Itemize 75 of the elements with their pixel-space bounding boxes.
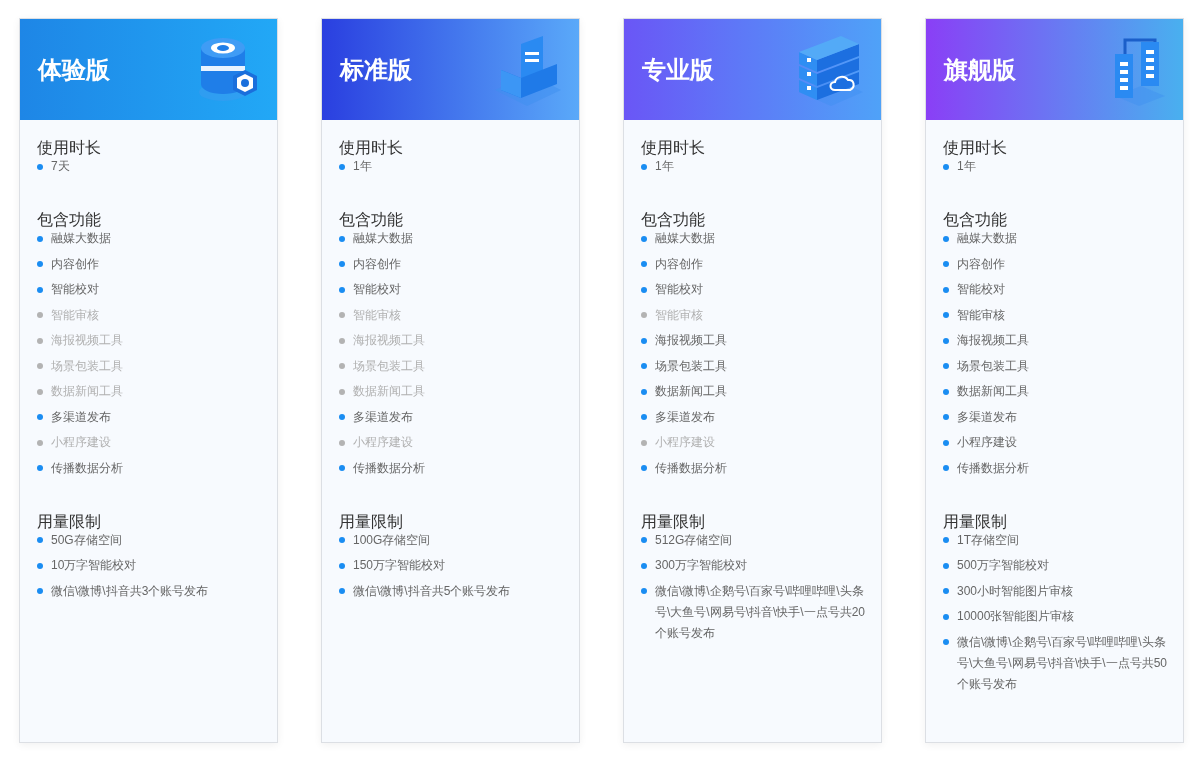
feature-text: 融媒大数据 bbox=[353, 230, 413, 247]
plan-title: 旗舰版 bbox=[944, 54, 1016, 85]
feature-text: 小程序建设 bbox=[353, 434, 413, 451]
feature-text: 智能审核 bbox=[957, 306, 1005, 324]
feature-text: 场景包装工具 bbox=[957, 357, 1029, 375]
feature-text: 融媒大数据 bbox=[957, 230, 1017, 247]
document-tray-icon bbox=[493, 33, 563, 106]
feature-text: 传播数据分析 bbox=[353, 459, 425, 477]
feature-text: 50G存储空间 bbox=[51, 531, 122, 549]
feature-text: 智能校对 bbox=[353, 281, 401, 298]
feature-text: 场景包装工具 bbox=[655, 357, 727, 375]
feature-text: 海报视频工具 bbox=[957, 332, 1029, 349]
feature-text: 多渠道发布 bbox=[655, 408, 715, 426]
feature-text: 512G存储空间 bbox=[655, 531, 733, 549]
feature-text: 内容创作 bbox=[51, 255, 99, 273]
feature-text: 1T存储空间 bbox=[957, 531, 1019, 549]
feature-text: 1年 bbox=[957, 158, 976, 175]
section-title: 包含功能 bbox=[943, 212, 1008, 228]
feature-text: 融媒大数据 bbox=[655, 230, 715, 247]
section-title: 使用时长 bbox=[339, 140, 404, 156]
feature-text: 100G存储空间 bbox=[353, 531, 431, 549]
feature-text: 数据新闻工具 bbox=[353, 383, 425, 400]
feature-text: 数据新闻工具 bbox=[957, 383, 1029, 400]
section-title: 用量限制 bbox=[37, 513, 102, 530]
plan-title: 专业版 bbox=[642, 54, 714, 85]
feature-text: 海报视频工具 bbox=[51, 332, 123, 349]
feature-text: 传播数据分析 bbox=[957, 459, 1029, 477]
feature-text: 智能校对 bbox=[655, 281, 703, 298]
feature-text: 小程序建设 bbox=[957, 434, 1017, 451]
feature-text: 多渠道发布 bbox=[353, 408, 413, 426]
section-title: 用量限制 bbox=[943, 513, 1008, 530]
feature-text: 智能校对 bbox=[51, 281, 99, 298]
feature-text: 1年 bbox=[353, 158, 372, 175]
feature-text: 数据新闻工具 bbox=[655, 383, 727, 400]
feature-text: 10000张智能图片审核 bbox=[957, 608, 1075, 625]
feature-text: 150万字智能校对 bbox=[353, 557, 446, 574]
feature-text: 融媒大数据 bbox=[51, 230, 111, 247]
feature-text: 智能审核 bbox=[353, 306, 401, 324]
feature-text: 小程序建设 bbox=[655, 434, 715, 451]
section-title: 包含功能 bbox=[641, 212, 706, 228]
section-title: 包含功能 bbox=[37, 212, 102, 228]
feature-text: 海报视频工具 bbox=[353, 332, 425, 349]
plan-title: 标准版 bbox=[340, 54, 412, 85]
feature-text: 传播数据分析 bbox=[51, 459, 123, 477]
section-title: 使用时长 bbox=[37, 140, 102, 156]
feature-text: 场景包装工具 bbox=[353, 357, 425, 375]
feature-text: 500万字智能校对 bbox=[957, 557, 1050, 574]
plan-title: 体验版 bbox=[38, 54, 110, 85]
section-title: 用量限制 bbox=[339, 513, 404, 530]
feature-text: 微信\微博\抖音共3个账号发布 bbox=[51, 582, 209, 600]
feature-text: 内容创作 bbox=[957, 255, 1005, 273]
feature-text: 微信\微博\抖音共5个账号发布 bbox=[353, 582, 511, 600]
section-title: 包含功能 bbox=[339, 212, 404, 228]
feature-text: 7天 bbox=[51, 158, 70, 175]
feature-text: 10万字智能校对 bbox=[51, 557, 137, 574]
section-title: 使用时长 bbox=[641, 140, 706, 156]
feature-text: 智能审核 bbox=[51, 306, 99, 324]
feature-text: 300小时智能图片审核 bbox=[957, 582, 1074, 600]
feature-text: 1年 bbox=[655, 158, 674, 175]
feature-text: 传播数据分析 bbox=[655, 459, 727, 477]
feature-text: 微信\微博\企鹅号\百家号\哔哩哔哩\头条号\大鱼号\网易号\抖音\快手\一点号共50个账号发布 bbox=[957, 633, 1169, 693]
feature-text: 数据新闻工具 bbox=[51, 383, 123, 400]
feature-text: 小程序建设 bbox=[51, 434, 111, 451]
feature-text: 智能校对 bbox=[957, 281, 1005, 298]
feature-text: 微信\微博\企鹅号\百家号\哔哩哔哩\头条号\大鱼号\网易号\抖音\快手\一点号共20个账号发布 bbox=[655, 582, 867, 642]
section-title: 使用时长 bbox=[943, 140, 1008, 156]
feature-text: 多渠道发布 bbox=[51, 408, 111, 426]
feature-text: 多渠道发布 bbox=[957, 408, 1017, 426]
feature-text: 300万字智能校对 bbox=[655, 557, 748, 574]
feature-text: 内容创作 bbox=[655, 255, 703, 273]
feature-text: 内容创作 bbox=[353, 255, 401, 273]
feature-text: 智能审核 bbox=[655, 306, 703, 324]
section-title: 用量限制 bbox=[641, 513, 706, 530]
feature-text: 海报视频工具 bbox=[655, 332, 727, 349]
feature-text: 场景包装工具 bbox=[51, 357, 123, 375]
